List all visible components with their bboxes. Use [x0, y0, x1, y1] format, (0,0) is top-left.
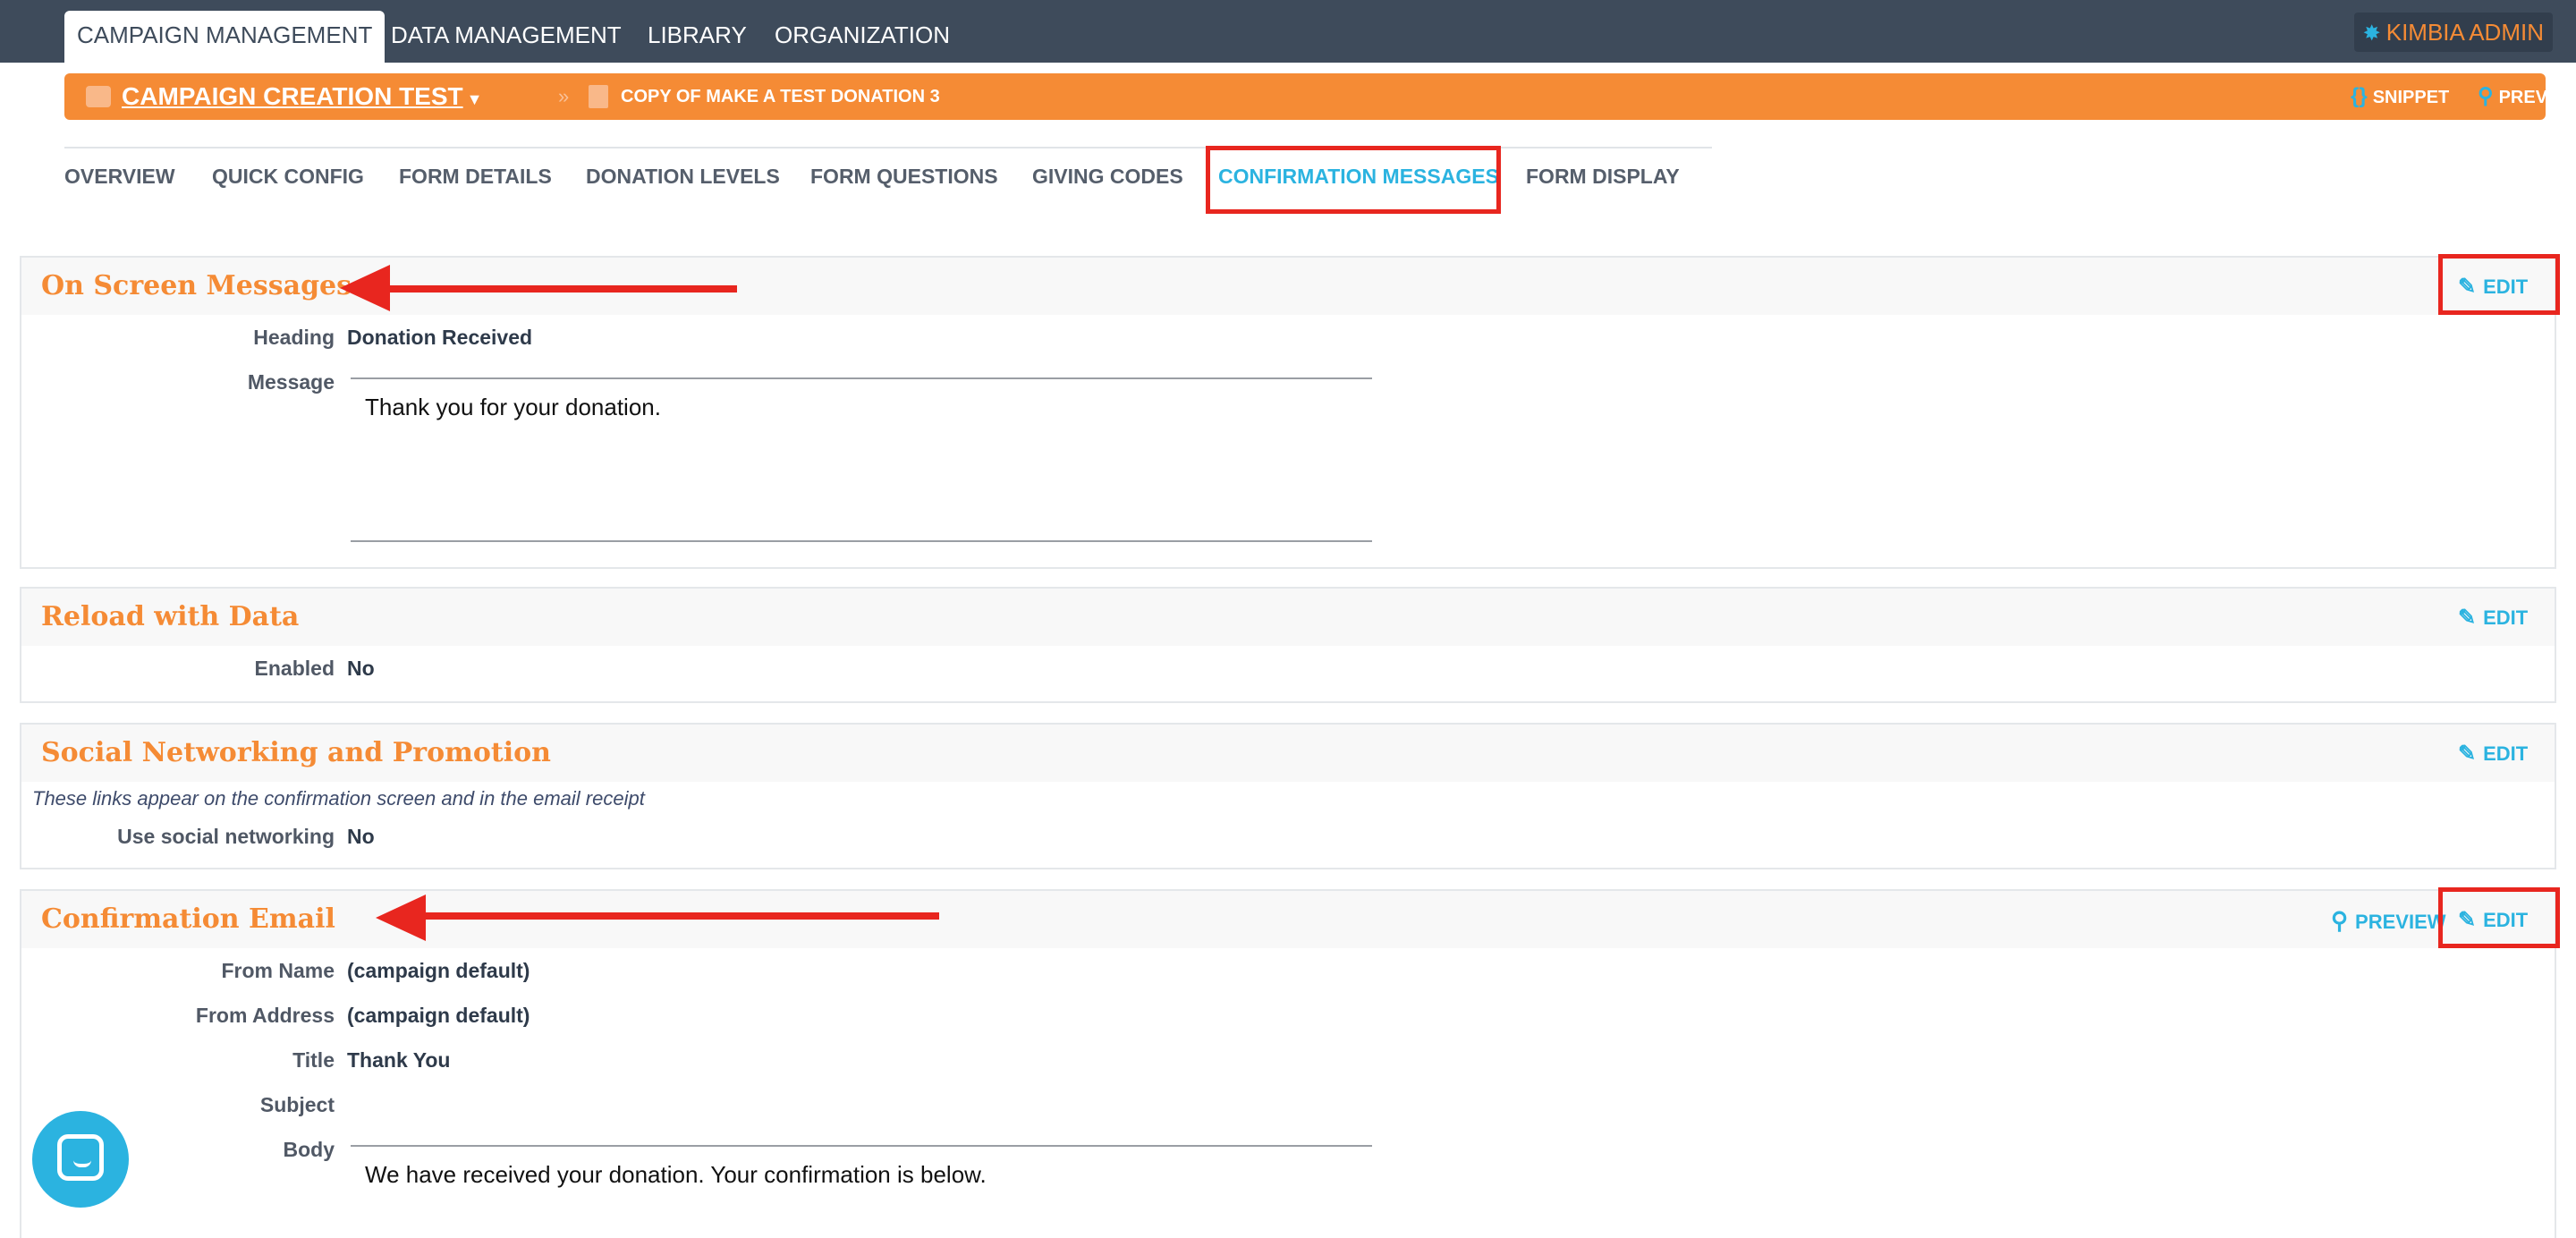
breadcrumb-separator: »: [558, 85, 570, 107]
tab-library[interactable]: LIBRARY: [648, 11, 747, 63]
highlight-box-edit-email: [2438, 887, 2560, 948]
message-label: Message: [247, 370, 335, 394]
from-address-value: (campaign default): [347, 1004, 530, 1027]
chevron-down-icon[interactable]: ▼: [467, 76, 483, 123]
panel-header: Social Networking and Promotion ✎ EDIT: [21, 725, 2555, 782]
reload-with-data-panel: Reload with Data ✎ EDIT Enabled No: [20, 587, 2556, 703]
tab-organization[interactable]: ORGANIZATION: [775, 11, 950, 63]
snippet-button[interactable]: {} SNIPPET: [2351, 73, 2449, 121]
highlight-box-confirmation-tab: [1206, 146, 1501, 214]
campaign-link[interactable]: CAMPAIGN CREATION TEST ▼: [86, 73, 482, 123]
snippet-label: SNIPPET: [2372, 88, 2450, 107]
document-icon: [589, 85, 608, 108]
highlight-box-edit-on-screen: [2438, 254, 2560, 315]
tab-campaign-management[interactable]: CAMPAIGN MANAGEMENT: [64, 11, 386, 63]
section-title: On Screen Messages: [41, 270, 352, 301]
briefcase-icon: [86, 86, 111, 107]
search-icon: ⚲: [2478, 84, 2494, 108]
edit-button[interactable]: ✎ EDIT: [2458, 605, 2528, 631]
section-title: Reload with Data: [41, 601, 300, 632]
subtab-form-questions[interactable]: FORM QUESTIONS: [810, 165, 998, 189]
top-navigation: CAMPAIGN MANAGEMENT DATA MANAGEMENT LIBR…: [0, 0, 2576, 63]
enabled-value: No: [347, 657, 375, 680]
arrow-head-on-screen: [340, 265, 390, 311]
preview-label: PREVIEW: [2498, 88, 2576, 107]
panel-header: Reload with Data ✎ EDIT: [21, 589, 2555, 646]
arrow-head-email: [376, 895, 426, 941]
form-name: COPY OF MAKE A TEST DONATION 3: [621, 87, 940, 106]
arrow-line-email: [420, 912, 939, 920]
email-title-label: Title: [292, 1048, 335, 1072]
social-note: These links appear on the confirmation s…: [32, 787, 645, 810]
pencil-icon: ✎: [2458, 606, 2477, 630]
use-social-label: Use social networking: [117, 825, 335, 848]
subtab-form-details[interactable]: FORM DETAILS: [399, 165, 552, 189]
from-address-label: From Address: [195, 1004, 335, 1027]
section-title: Confirmation Email: [41, 903, 335, 935]
section-title: Social Networking and Promotion: [41, 737, 551, 768]
edit-button[interactable]: ✎ EDIT: [2458, 741, 2528, 767]
from-name-label: From Name: [221, 959, 335, 982]
form-breadcrumb[interactable]: COPY OF MAKE A TEST DONATION 3: [589, 73, 940, 120]
message-box: Thank you for your donation.: [351, 377, 1372, 542]
subtab-form-display[interactable]: FORM DISPLAY: [1526, 165, 1680, 189]
campaign-name: CAMPAIGN CREATION TEST: [122, 82, 463, 110]
user-menu-label: KIMBIA ADMIN: [2385, 19, 2544, 46]
heading-value: Donation Received: [347, 326, 533, 349]
campaign-breadcrumb-bar: CAMPAIGN CREATION TEST ▼ » COPY OF MAKE A…: [64, 73, 2576, 123]
preview-label: PREVIEW: [2355, 911, 2446, 933]
message-value: Thank you for your donation.: [365, 394, 661, 420]
subtab-giving-codes[interactable]: GIVING CODES: [1032, 165, 1183, 189]
gear-icon: ✸: [2362, 21, 2381, 46]
confirmation-email-panel: Confirmation Email ⚲ PREVIEW ✎ EDIT From N…: [20, 889, 2556, 1238]
preview-button[interactable]: ⚲ PREVIEW: [2478, 73, 2576, 121]
chat-icon: [57, 1134, 104, 1181]
use-social-value: No: [347, 825, 375, 848]
subtab-quick-config[interactable]: QUICK CONFIG: [212, 165, 364, 189]
subtab-overview[interactable]: OVERVIEW: [64, 165, 175, 189]
body-value: We have received your donation. Your con…: [365, 1161, 987, 1188]
user-menu[interactable]: ✸ KIMBIA ADMIN: [2353, 13, 2553, 52]
edit-label: EDIT: [2483, 742, 2529, 765]
on-screen-messages-panel: On Screen Messages ✎ EDIT Heading Donatio…: [20, 256, 2556, 569]
pencil-icon: ✎: [2458, 742, 2477, 766]
tab-data-management[interactable]: DATA MANAGEMENT: [391, 11, 622, 63]
chat-launcher[interactable]: [32, 1111, 129, 1208]
arrow-line-on-screen: [385, 285, 737, 293]
email-preview-button[interactable]: ⚲ PREVIEW: [2331, 907, 2446, 935]
heading-label: Heading: [253, 326, 335, 349]
subtab-donation-levels[interactable]: DONATION LEVELS: [586, 165, 780, 189]
email-title-value: Thank You: [347, 1048, 451, 1072]
edit-label: EDIT: [2483, 606, 2529, 629]
braces-icon: {}: [2351, 84, 2368, 108]
social-networking-panel: Social Networking and Promotion ✎ EDIT Th…: [20, 723, 2556, 869]
search-icon: ⚲: [2331, 907, 2349, 934]
body-box: We have received your donation. Your con…: [351, 1145, 1372, 1238]
enabled-label: Enabled: [254, 657, 335, 680]
from-name-value: (campaign default): [347, 959, 530, 982]
chat-smile: [73, 1160, 91, 1167]
